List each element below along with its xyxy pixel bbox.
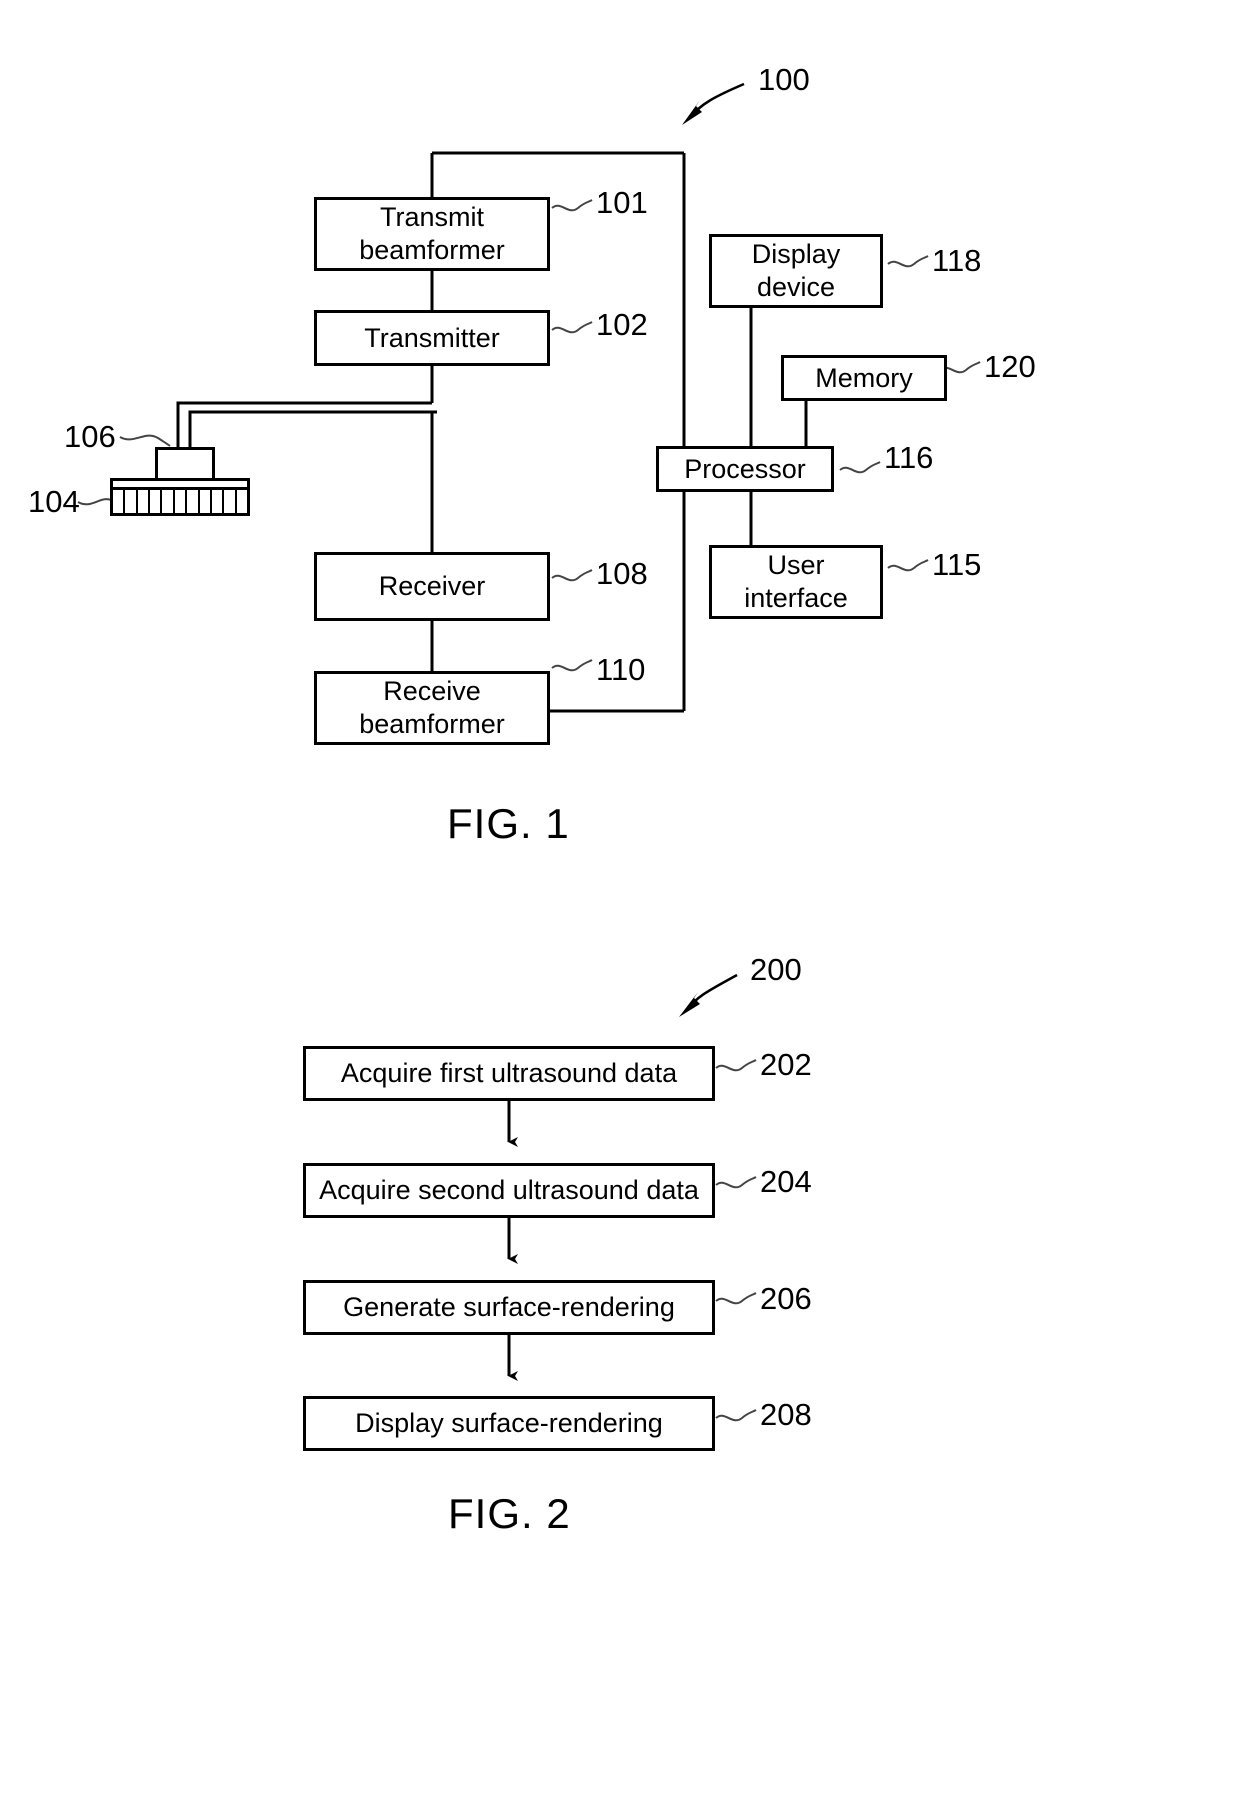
block-receiver: Receiver xyxy=(314,552,550,621)
step-2-label: Acquire second ultrasound data xyxy=(319,1175,699,1206)
transmit-beamformer-label-line2: beamformer xyxy=(359,235,505,265)
ref-104: 104 xyxy=(28,484,80,519)
block-receive-beamformer: Receive beamformer xyxy=(314,671,550,745)
user-interface-label-line2: interface xyxy=(744,583,848,613)
ref-100: 100 xyxy=(758,62,810,97)
ref-102: 102 xyxy=(596,307,648,342)
array-element xyxy=(125,490,138,513)
display-device-label-line1: Display xyxy=(751,239,841,270)
figure-1-caption: FIG. 1 xyxy=(447,800,570,847)
figure-2-caption: FIG. 2 xyxy=(448,1490,571,1537)
block-user-interface: User interface xyxy=(709,545,883,619)
ref-208: 208 xyxy=(760,1397,812,1432)
array-element xyxy=(200,490,212,513)
step-box-generate-surface-rendering: Generate surface-rendering xyxy=(303,1280,715,1335)
receiver-label: Receiver xyxy=(378,571,486,602)
step-box-acquire-first-ultrasound-data: Acquire first ultrasound data xyxy=(303,1046,715,1101)
step-4-label: Display surface-rendering xyxy=(355,1408,663,1439)
fig1-right-links xyxy=(749,308,808,545)
user-interface-label-line1: User xyxy=(767,550,825,581)
step-box-acquire-second-ultrasound-data: Acquire second ultrasound data xyxy=(303,1163,715,1218)
processor-label: Processor xyxy=(684,453,806,484)
ref-106: 106 xyxy=(64,419,116,454)
ref-206: 206 xyxy=(760,1281,812,1316)
ref-115: 115 xyxy=(932,547,982,582)
transmitter-label: Transmitter xyxy=(364,322,500,353)
array-element xyxy=(187,490,200,513)
display-device-label-line2: device xyxy=(756,272,836,302)
block-display-device: Display device xyxy=(709,234,883,308)
ref-200: 200 xyxy=(750,952,802,987)
array-element xyxy=(224,490,237,513)
patent-drawing-sheet: Transmit beamformer 101 Transmitter 102 1… xyxy=(0,0,1240,1805)
block-transmit-beamformer: Transmit beamformer xyxy=(314,197,550,271)
step-box-display-surface-rendering: Display surface-rendering xyxy=(303,1396,715,1451)
block-memory: Memory xyxy=(781,355,947,401)
array-element xyxy=(162,490,175,513)
diagram-linework xyxy=(77,82,981,1422)
ref-202: 202 xyxy=(760,1047,812,1082)
array-element xyxy=(113,490,126,513)
transmit-beamformer-label-line1: Transmit xyxy=(379,202,484,233)
transducer-array xyxy=(110,487,250,516)
block-transmitter: Transmitter xyxy=(314,310,550,366)
receive-beamformer-label-line1: Receive xyxy=(383,676,481,707)
ref-120: 120 xyxy=(984,349,1036,384)
ref-116: 116 xyxy=(884,440,934,475)
array-element xyxy=(237,490,247,513)
block-processor: Processor xyxy=(656,446,834,492)
ref-204: 204 xyxy=(760,1164,812,1199)
ref-101: 101 xyxy=(596,185,648,220)
receive-beamformer-label-line2: beamformer xyxy=(359,709,505,739)
ref-108: 108 xyxy=(596,556,648,591)
array-element xyxy=(150,490,163,513)
array-element xyxy=(175,490,188,513)
array-element xyxy=(212,490,225,513)
step-1-label: Acquire first ultrasound data xyxy=(340,1058,678,1089)
array-element xyxy=(138,490,151,513)
ref-110: 110 xyxy=(596,652,646,687)
memory-label: Memory xyxy=(815,362,913,393)
ref-118: 118 xyxy=(932,243,982,278)
step-3-label: Generate surface-rendering xyxy=(343,1292,675,1323)
